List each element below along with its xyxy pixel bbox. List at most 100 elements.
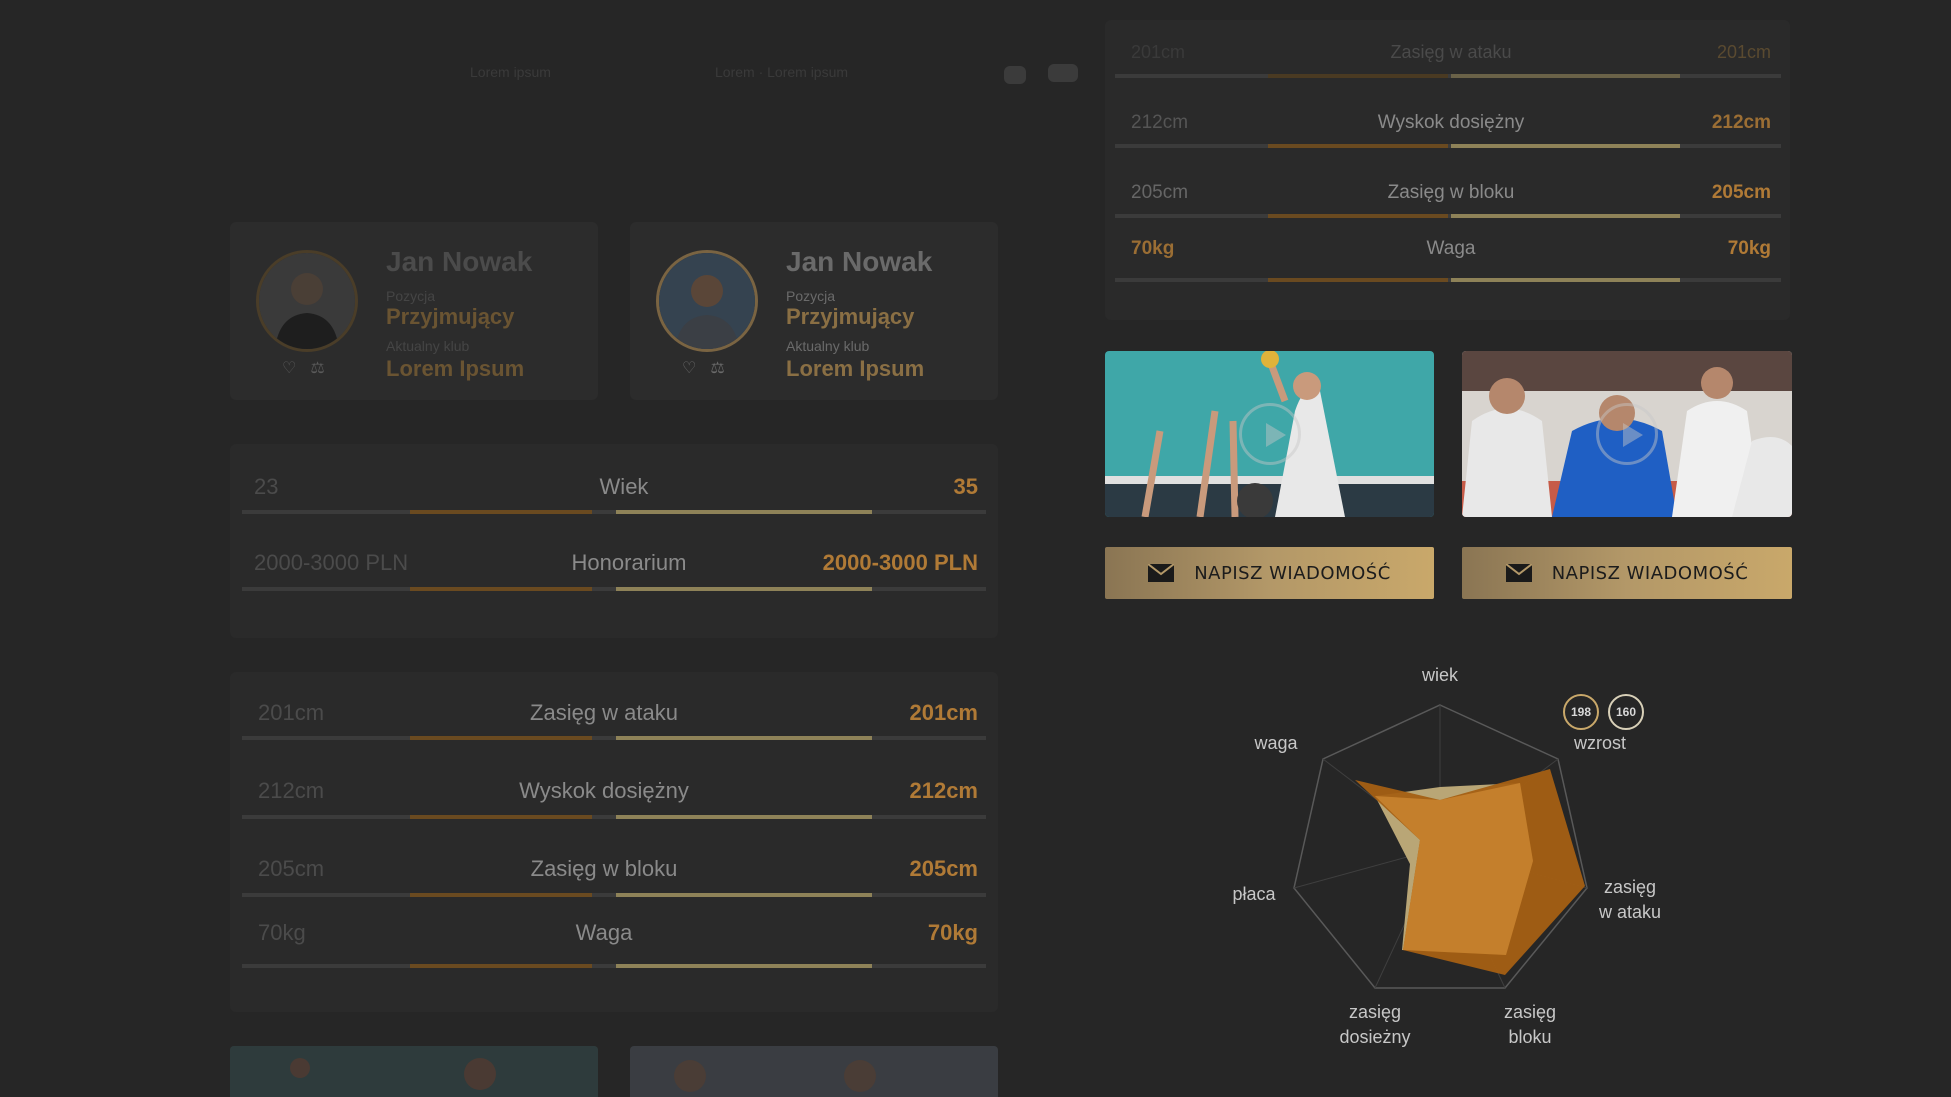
- stat-bar-track: [242, 736, 986, 740]
- compare-icon[interactable]: [1004, 66, 1026, 84]
- heart-icon[interactable]: ♡: [282, 358, 296, 378]
- club-value: Lorem Ipsum: [786, 356, 925, 381]
- stat-bar-track: [242, 510, 986, 514]
- radar-label-age: wiek: [1421, 665, 1458, 685]
- stat-row-weight: 70kg Waga 70kg: [258, 920, 978, 960]
- stat-bar-left: [410, 510, 592, 514]
- stat-row-weight: 70kg Waga 70kg: [1131, 238, 1771, 268]
- radar-label-jump-reach-1: zasięg: [1348, 1002, 1402, 1022]
- stat-left-value: 212cm: [1131, 112, 1189, 133]
- stat-bar-right: [616, 736, 872, 740]
- stat-row-age: 23 Wiek 35: [254, 474, 978, 514]
- radar-label-jump-reach-2: dosieżny: [1339, 1027, 1411, 1047]
- stat-bar-left: [1268, 144, 1448, 148]
- club-label: Aktualny klub: [386, 338, 470, 354]
- stat-bar-track: [1115, 278, 1781, 282]
- stat-row-jump-reach: 212cm Wyskok dosiężny 212cm: [258, 778, 978, 818]
- stat-right-value: 2000-3000 PLN: [822, 550, 978, 575]
- stat-right-value: 212cm: [909, 778, 978, 803]
- player-card-1[interactable]: ♡ ⚖ Jan Nowak Pozycja Przyjmujący Aktual…: [230, 222, 598, 400]
- stat-bar-track: [1115, 144, 1781, 148]
- heart-icon[interactable]: ♡: [682, 358, 696, 378]
- video-thumbnail-bottom-2[interactable]: [630, 1046, 998, 1097]
- write-message-label: NAPISZ WIADOMOŚĆ: [1551, 562, 1749, 584]
- compare-small-icon[interactable]: ⚖: [310, 358, 324, 378]
- height-badge-b: 160: [1608, 694, 1644, 730]
- stat-bar-left: [410, 815, 592, 819]
- stat-right-value: 205cm: [1711, 182, 1771, 203]
- write-message-button-1[interactable]: NAPISZ WIADOMOŚĆ: [1105, 547, 1434, 599]
- radar-label-attack-reach-1: zasięg: [1603, 877, 1657, 897]
- stat-bar-track: [242, 964, 986, 968]
- cart-icon[interactable]: [1048, 64, 1078, 82]
- stat-row-fee: 2000-3000 PLN Honorarium 2000-3000 PLN: [254, 550, 978, 590]
- stats-panel-reach: 201cm Zasięg w ataku 201cm 212cm Wyskok …: [230, 672, 998, 1012]
- stat-bar-right: [1451, 214, 1680, 218]
- stat-label: Waga: [1426, 238, 1476, 259]
- stat-row-block-reach: 205cm Zasięg w bloku 205cm: [258, 856, 978, 896]
- topbar-text-b: Lorem · Lorem ipsum: [715, 64, 849, 80]
- stat-bar-right: [616, 964, 872, 968]
- write-message-button-2[interactable]: NAPISZ WIADOMOŚĆ: [1462, 547, 1792, 599]
- player-card-2[interactable]: ♡ ⚖ Jan Nowak Pozycja Przyjmujący Aktual…: [630, 222, 998, 400]
- play-icon[interactable]: [1238, 403, 1301, 465]
- topbar-text-a: Lorem ipsum: [470, 64, 551, 80]
- stat-right-value: 212cm: [1711, 112, 1771, 133]
- stat-bar-track: [1115, 74, 1781, 78]
- club-label: Aktualny klub: [786, 338, 870, 354]
- stat-left-value: 23: [254, 474, 279, 499]
- stat-right-value: 201cm: [1716, 42, 1771, 62]
- video-thumbnail-bottom-1[interactable]: [230, 1046, 598, 1097]
- stat-right-value: 35: [953, 474, 978, 499]
- player-name: Jan Nowak: [786, 246, 933, 277]
- envelope-icon: [1148, 564, 1175, 582]
- stat-right-value: 70kg: [1727, 238, 1771, 259]
- stat-bar-right: [1451, 278, 1680, 282]
- stat-left-value: 201cm: [258, 700, 325, 725]
- video-thumbnail-2[interactable]: [1462, 351, 1792, 517]
- stat-row-attack-reach: 201cm Zasięg w ataku 201cm: [258, 700, 978, 740]
- stat-bar-left: [410, 587, 592, 591]
- video-thumbnail-1[interactable]: [1105, 351, 1434, 517]
- write-message-label: NAPISZ WIADOMOŚĆ: [1194, 562, 1391, 584]
- stat-bar-right: [616, 815, 872, 819]
- stat-left-value: 205cm: [258, 856, 325, 881]
- stat-row-block-reach: 205cm Zasięg w bloku 205cm: [1131, 182, 1771, 212]
- play-icon[interactable]: [1596, 403, 1658, 465]
- radar-label-height: wzrost: [1573, 733, 1626, 753]
- player-name: Jan Nowak: [386, 246, 533, 277]
- radar-overlap: [1375, 783, 1533, 955]
- stat-bar-left: [1268, 278, 1448, 282]
- stat-right-value: 205cm: [909, 856, 978, 881]
- radar-label-block-reach-1: zasięg: [1503, 1002, 1557, 1022]
- radar-label-attack-reach-2: w ataku: [1598, 902, 1662, 922]
- stat-left-value: 70kg: [258, 920, 306, 945]
- position-value: Przyjmujący: [386, 304, 515, 329]
- stat-label: Zasięg w ataku: [530, 700, 678, 725]
- stat-bar-track: [1115, 214, 1781, 218]
- stat-left-value: 70kg: [1131, 238, 1175, 259]
- radar-label-weight: waga: [1254, 733, 1298, 753]
- stat-label: Wyskok dosiężny: [519, 778, 689, 803]
- stat-bar-track: [242, 587, 986, 591]
- stat-label: Zasięg w bloku: [530, 856, 678, 881]
- stat-row-attack-reach: 201cm Zasięg w ataku 201cm: [1131, 42, 1771, 72]
- stat-bar-left: [1268, 74, 1448, 78]
- player-avatar: [656, 250, 758, 352]
- stat-bar-right: [1451, 74, 1680, 78]
- stat-bar-left: [410, 736, 592, 740]
- stat-label: Waga: [575, 920, 633, 945]
- position-value: Przyjmujący: [786, 304, 915, 329]
- stats-panel-right: 201cm Zasięg w ataku 201cm 212cm Wyskok …: [1105, 20, 1790, 320]
- stat-bar-track: [242, 815, 986, 819]
- stat-left-value: 205cm: [1131, 182, 1189, 203]
- stat-right-value: 70kg: [927, 920, 978, 945]
- position-label: Pozycja: [386, 288, 436, 304]
- player-avatar: [256, 250, 358, 352]
- compare-small-icon[interactable]: ⚖: [710, 358, 724, 378]
- stat-bar-left: [410, 964, 592, 968]
- stat-bar-right: [616, 510, 872, 514]
- stat-bar-left: [1268, 214, 1448, 218]
- stat-label: Zasięg w ataku: [1390, 42, 1512, 62]
- stat-left-value: 201cm: [1131, 42, 1186, 62]
